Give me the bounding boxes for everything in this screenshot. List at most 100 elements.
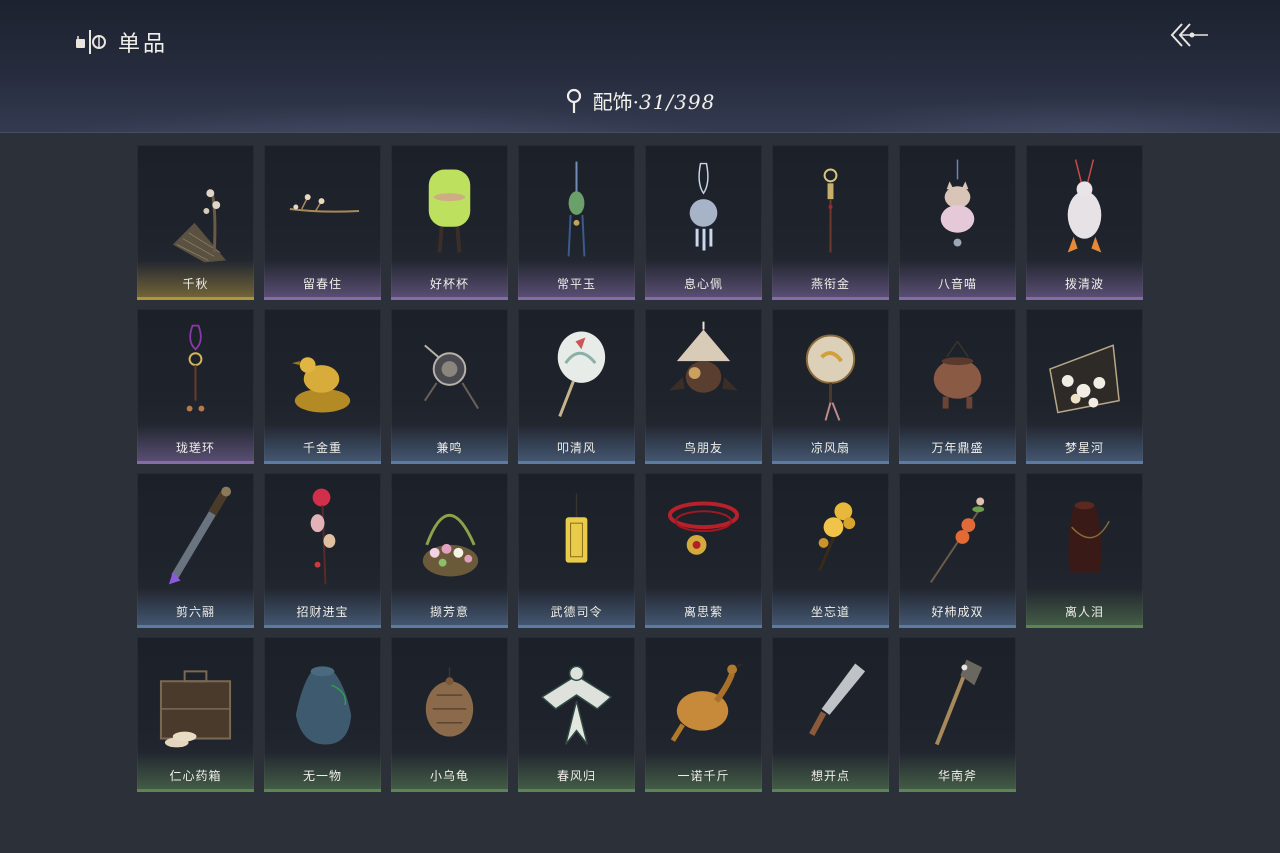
item-name: 华南斧: [937, 769, 977, 783]
item-name: 梦星河: [1064, 441, 1104, 455]
kite-icon: [540, 665, 613, 745]
pendant-icon: [689, 162, 718, 251]
disc-icon: [423, 344, 479, 410]
item-card[interactable]: 离思萦: [645, 473, 762, 628]
item-card[interactable]: 燕衔金: [772, 145, 889, 300]
item-card[interactable]: 华南斧: [899, 637, 1016, 792]
item-card[interactable]: 息心佩: [645, 145, 762, 300]
collection-icon: [76, 30, 106, 54]
qin-icon: [172, 189, 227, 263]
item-name: 叩清风: [556, 441, 596, 455]
item-name: 千秋: [182, 277, 209, 291]
cup-icon: [428, 169, 471, 253]
item-name: 坐忘道: [810, 605, 850, 619]
item-card[interactable]: 兼鸣: [391, 309, 508, 464]
axe-icon: [934, 659, 983, 746]
location-pin-icon: [566, 88, 581, 113]
page-title-group: 单品: [74, 26, 168, 58]
top-header: 单品 配饰·31/398: [0, 0, 1280, 133]
persimmon-icon: [930, 497, 985, 583]
item-card[interactable]: 凉风扇: [772, 309, 889, 464]
item-name: 想开点: [810, 769, 850, 783]
item-name: 撷芳意: [429, 605, 469, 619]
page-title: 单品: [118, 32, 169, 57]
item-card[interactable]: 一诺千斤: [645, 637, 762, 792]
item-card[interactable]: 万年鼎盛: [899, 309, 1016, 464]
item-name: 拨清波: [1064, 277, 1104, 291]
branch-icon: [289, 194, 360, 213]
item-name: 留春住: [302, 277, 342, 291]
category-count: 31/398: [638, 90, 716, 114]
category-heading: 配饰·31/398: [0, 86, 1280, 115]
box-icon: [159, 670, 232, 748]
pouch-icon: [295, 666, 352, 745]
item-name: 仁心药箱: [169, 769, 222, 783]
flower-tray-icon: [1049, 344, 1120, 414]
item-card[interactable]: 好柿成双: [899, 473, 1016, 628]
item-name: 招财进宝: [296, 605, 349, 619]
tassel-icon: [567, 161, 586, 257]
turtle-icon: [425, 667, 474, 737]
item-name: 千金重: [302, 441, 342, 455]
knife-icon: [809, 663, 866, 737]
item-name: 无一物: [302, 769, 342, 783]
item-card[interactable]: 春风归: [518, 637, 635, 792]
item-card[interactable]: 撷芳意: [391, 473, 508, 628]
item-card[interactable]: 武德司令: [518, 473, 635, 628]
item-card[interactable]: 招财进宝: [264, 473, 381, 628]
item-card[interactable]: 仁心药箱: [137, 637, 254, 792]
item-name: 好柿成双: [931, 605, 984, 619]
ring-icon: [186, 324, 205, 412]
token-icon: [565, 493, 588, 563]
item-name: 燕衔金: [810, 277, 850, 291]
item-name: 珑瑳环: [175, 441, 215, 455]
gold-flower-icon: [818, 502, 856, 572]
roast-chicken-icon: [670, 662, 743, 742]
item-card[interactable]: 千金重: [264, 309, 381, 464]
item-name: 息心佩: [683, 277, 723, 291]
item-name: 剪六翮: [175, 605, 215, 619]
item-card[interactable]: 珑瑳环: [137, 309, 254, 464]
item-name: 鸟朋友: [683, 441, 723, 455]
item-card[interactable]: 常平玉: [518, 145, 635, 300]
item-grid: 千秋 留春住 好杯杯 常平玉 息心佩 燕衔金 八音喵 拨清波珑瑳环 千金重 兼鸣 叩清风 鸟朋友 凉风扇…: [137, 145, 1143, 792]
item-name: 离人泪: [1064, 605, 1104, 619]
sword-icon: [168, 486, 232, 585]
item-card[interactable]: 小乌龟: [391, 637, 508, 792]
jar-icon: [1068, 501, 1110, 573]
item-card[interactable]: 坐忘道: [772, 473, 889, 628]
item-name: 好杯杯: [429, 277, 469, 291]
item-card[interactable]: 八音喵: [899, 145, 1016, 300]
cat-icon: [940, 159, 975, 247]
item-card[interactable]: 鸟朋友: [645, 309, 762, 464]
item-name: 春风归: [556, 769, 596, 783]
round-fan-icon: [805, 334, 856, 421]
bird-icon: [668, 321, 739, 393]
duck-icon: [1067, 159, 1102, 253]
item-card[interactable]: 叩清风: [518, 309, 635, 464]
item-card[interactable]: 剪六翮: [137, 473, 254, 628]
item-card[interactable]: 梦星河: [1026, 309, 1143, 464]
item-card[interactable]: 离人泪: [1026, 473, 1143, 628]
item-name: 常平玉: [556, 277, 596, 291]
hairpin-icon: [823, 168, 838, 253]
item-card[interactable]: 无一物: [264, 637, 381, 792]
item-card[interactable]: 留春住: [264, 145, 381, 300]
bird-statue-icon: [291, 357, 351, 413]
category-label: 配饰·31/398: [592, 90, 716, 114]
item-name: 武德司令: [550, 605, 603, 619]
item-name: 八音喵: [937, 277, 977, 291]
item-card[interactable]: 想开点: [772, 637, 889, 792]
cauldron-icon: [933, 340, 982, 409]
item-name: 万年鼎盛: [931, 441, 984, 455]
item-card[interactable]: 好杯杯: [391, 145, 508, 300]
item-name: 离思萦: [683, 605, 723, 619]
item-card[interactable]: 拨清波: [1026, 145, 1143, 300]
item-name: 小乌龟: [429, 769, 469, 783]
necklace-icon: [667, 501, 740, 555]
item-card[interactable]: 千秋: [137, 145, 254, 300]
item-name: 凉风扇: [810, 441, 850, 455]
item-name: 一诺千斤: [677, 769, 730, 783]
fan-icon: [557, 331, 606, 418]
back-arrow-icon[interactable]: [1166, 20, 1210, 50]
